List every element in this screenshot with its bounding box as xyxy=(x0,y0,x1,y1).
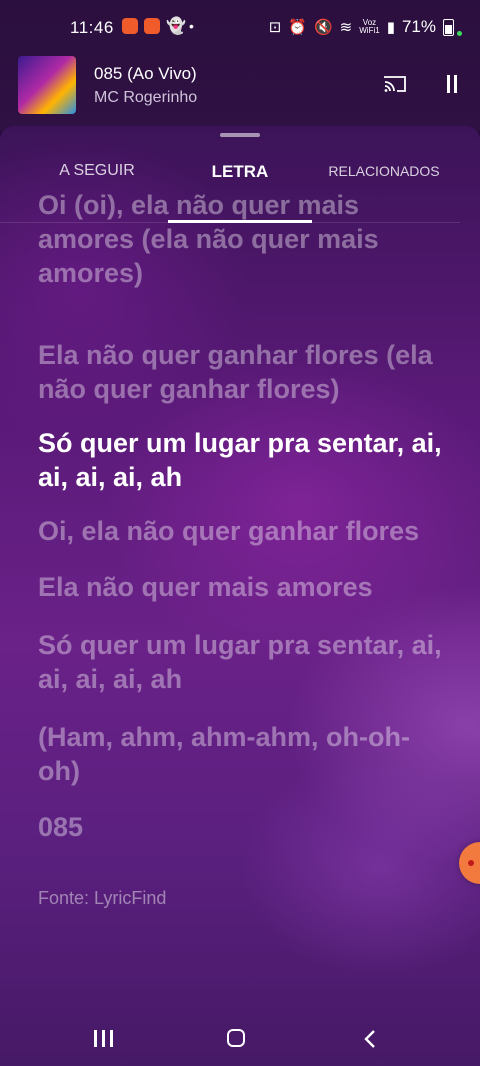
wifi-icon: ≋ xyxy=(339,19,353,36)
status-right-icons: ⊡ ⏰ 🔇 ≋ Voz WiFi1 ▮ 71% xyxy=(269,17,462,37)
signal-icon: ▮ xyxy=(386,19,395,36)
track-artist: MC Rogerinho xyxy=(94,89,198,106)
tab-lyrics[interactable]: LETRA xyxy=(168,162,312,182)
battery-icon xyxy=(443,18,454,36)
track-title: 085 (Ao Vivo) xyxy=(94,64,197,83)
lyric-line-active[interactable]: Só quer um lugar pra sentar, ai, ai, ai,… xyxy=(38,426,448,494)
lyric-line[interactable]: Só quer um lugar pra sentar, ai, ai, ai,… xyxy=(38,628,448,696)
system-nav-bar xyxy=(0,1010,480,1066)
tab-related[interactable]: RELACIONADOS xyxy=(314,163,454,179)
mute-icon: 🔇 xyxy=(313,19,333,36)
lyrics-sheet: A SEGUIR LETRA RELACIONADOS Oi (oi), ela… xyxy=(0,126,480,1066)
lyric-line[interactable]: Ela não quer mais amores xyxy=(38,570,448,604)
lyrics-source: Fonte: LyricFind xyxy=(38,888,167,908)
lyric-line[interactable]: Oi, ela não quer ganhar flores xyxy=(38,514,448,548)
app-notification-icon xyxy=(122,18,138,34)
privacy-dot xyxy=(457,30,462,36)
home-button[interactable] xyxy=(227,1029,245,1047)
lock-icon: ⊡ xyxy=(268,19,282,36)
lyric-line[interactable]: Oi (oi), ela não quer mais amores (ela n… xyxy=(38,188,448,290)
battery-percent: 71% xyxy=(401,17,436,36)
back-button[interactable] xyxy=(364,1030,376,1048)
lyric-line[interactable]: (Ham, ahm, ahm-ahm, oh-oh-oh) xyxy=(38,720,448,788)
snapchat-icon: 👻 xyxy=(166,18,186,35)
status-time: 11:46 xyxy=(70,18,114,37)
alarm-icon: ⏰ xyxy=(288,19,307,36)
recent-apps-button[interactable] xyxy=(94,1030,114,1048)
album-art[interactable] xyxy=(18,56,76,114)
pause-button[interactable] xyxy=(444,75,460,93)
lyric-line[interactable]: Ela não quer ganhar flores (ela não quer… xyxy=(38,338,448,406)
drag-handle[interactable] xyxy=(220,133,260,137)
cast-icon[interactable] xyxy=(384,76,406,92)
floating-bubble[interactable] xyxy=(459,842,480,884)
voz-wifi-label: Voz WiFi1 xyxy=(359,18,380,35)
mini-player[interactable]: 085 (Ao Vivo) MC Rogerinho xyxy=(0,56,480,120)
status-bar: 11:46 👻 • ⊡ ⏰ 🔇 ≋ Voz WiFi1 ▮ 71% xyxy=(0,0,480,56)
more-notifications-icon: • xyxy=(189,18,194,34)
lyric-line[interactable]: 085 xyxy=(38,810,448,844)
app-notification-icon xyxy=(144,18,160,34)
lyrics-list[interactable]: Oi (oi), ela não quer mais amores (ela n… xyxy=(38,190,458,1062)
tab-up-next[interactable]: A SEGUIR xyxy=(22,162,172,180)
